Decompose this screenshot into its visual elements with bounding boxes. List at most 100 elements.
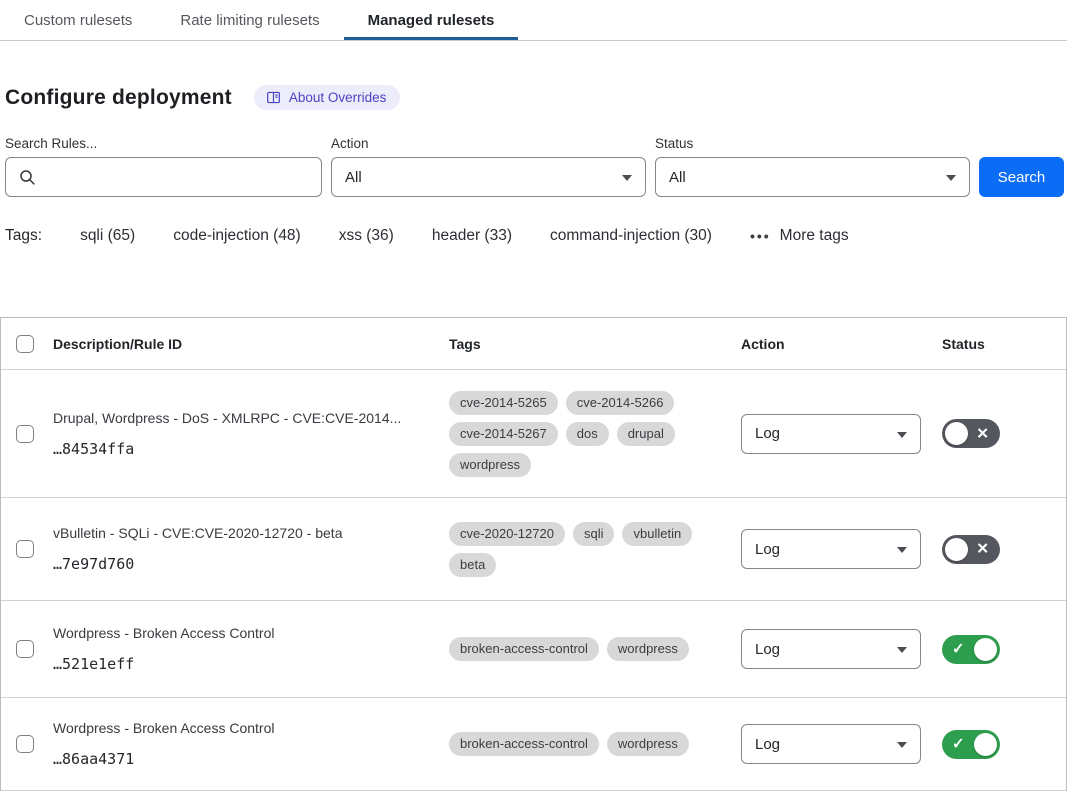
rule-action-cell: Log — [741, 414, 939, 454]
rule-tag-pill[interactable]: cve-2014-5267 — [449, 422, 558, 446]
ruleset-tabbar: Custom rulesets Rate limiting rulesets M… — [0, 0, 1067, 41]
rule-tag-pill[interactable]: cve-2014-5266 — [566, 391, 675, 415]
rule-tag-pill[interactable]: wordpress — [607, 732, 689, 756]
rule-action-value: Log — [755, 541, 780, 558]
rule-description: vBulletin - SQLi - CVE:CVE-2020-12720 - … — [53, 525, 429, 541]
rule-tag-pill[interactable]: vbulletin — [622, 522, 692, 546]
tag-filter-link[interactable]: xss (36) — [339, 227, 394, 245]
tab-custom-rulesets[interactable]: Custom rulesets — [0, 0, 156, 40]
chevron-down-icon — [897, 547, 907, 553]
toggle-knob — [945, 422, 968, 445]
rule-description: Drupal, Wordpress - DoS - XMLRPC - CVE:C… — [53, 410, 429, 426]
rule-tag-pill[interactable]: dos — [566, 422, 609, 446]
rule-description: Wordpress - Broken Access Control — [53, 720, 429, 736]
rule-action-cell: Log — [741, 724, 939, 764]
rule-tag-pill[interactable]: broken-access-control — [449, 637, 599, 661]
tag-filter-link[interactable]: command-injection (30) — [550, 227, 712, 245]
chevron-down-icon — [897, 647, 907, 653]
rule-tag-pill[interactable]: drupal — [617, 422, 675, 446]
rule-tag-pill[interactable]: sqli — [573, 522, 615, 546]
select-all-checkbox[interactable] — [16, 335, 34, 353]
rule-action-value: Log — [755, 736, 780, 753]
rule-tag-pill[interactable]: broken-access-control — [449, 732, 599, 756]
row-checkbox[interactable] — [16, 735, 34, 753]
table-header-row: Description/Rule ID Tags Action Status — [1, 318, 1066, 370]
rule-tag-pill[interactable]: cve-2020-12720 — [449, 522, 565, 546]
ellipsis-icon: ••• — [750, 228, 771, 244]
rule-tag-pill[interactable]: cve-2014-5265 — [449, 391, 558, 415]
rule-id: …7e97d760 — [53, 555, 429, 573]
search-button[interactable]: Search — [979, 157, 1064, 197]
rule-tag-pill[interactable]: wordpress — [449, 453, 531, 477]
search-icon — [19, 169, 36, 186]
column-header-status: Status — [939, 336, 1066, 352]
row-checkbox[interactable] — [16, 640, 34, 658]
rule-id: …86aa4371 — [53, 750, 429, 768]
rule-tag-pills: broken-access-control wordpress — [449, 732, 709, 756]
action-filter-value: All — [345, 169, 362, 186]
rule-tags-cell: broken-access-control wordpress — [449, 637, 741, 661]
rule-tag-pill[interactable]: beta — [449, 553, 496, 577]
chevron-down-icon — [946, 175, 956, 181]
rule-description-cell: vBulletin - SQLi - CVE:CVE-2020-12720 - … — [53, 525, 449, 573]
rule-tags-cell: cve-2014-5265 cve-2014-5266 cve-2014-5267 d… — [449, 391, 741, 477]
action-filter-label: Action — [331, 136, 646, 151]
rule-description-cell: Wordpress - Broken Access Control…521e1e… — [53, 625, 449, 673]
chevron-down-icon — [897, 742, 907, 748]
page-title: Configure deployment — [5, 86, 232, 110]
status-filter-field: Status All — [655, 136, 970, 197]
more-tags-button[interactable]: ••• More tags — [750, 227, 849, 245]
search-rules-input[interactable] — [6, 158, 321, 196]
rule-action-value: Log — [755, 425, 780, 442]
table-body: Drupal, Wordpress - DoS - XMLRPC - CVE:C… — [1, 370, 1066, 791]
rule-action-select[interactable]: Log — [741, 414, 921, 454]
search-input-wrap — [5, 157, 322, 197]
about-overrides-label: About Overrides — [289, 90, 387, 105]
tag-filter-link[interactable]: code-injection (48) — [173, 227, 301, 245]
rule-id: …84534ffa — [53, 440, 429, 458]
status-toggle[interactable]: ✕ — [942, 535, 1000, 564]
column-header-tags: Tags — [449, 336, 741, 352]
toggle-knob — [974, 638, 997, 661]
tags-bar-label: Tags: — [5, 227, 42, 245]
row-checkbox[interactable] — [16, 540, 34, 558]
check-icon: ✓ — [952, 735, 965, 753]
rule-id: …521e1eff — [53, 655, 429, 673]
status-toggle[interactable]: ✓ — [942, 635, 1000, 664]
row-checkbox-cell — [1, 640, 53, 658]
rule-description-cell: Drupal, Wordpress - DoS - XMLRPC - CVE:C… — [53, 410, 449, 458]
toggle-knob — [974, 733, 997, 756]
row-checkbox-cell — [1, 425, 53, 443]
toggle-knob — [945, 538, 968, 561]
tag-filter-link[interactable]: sqli (65) — [80, 227, 135, 245]
rule-action-select[interactable]: Log — [741, 529, 921, 569]
search-rules-label: Search Rules... — [5, 136, 322, 151]
rule-status-cell: ✕ — [939, 535, 1066, 564]
table-row: Wordpress - Broken Access Control …86aa43… — [1, 698, 1066, 791]
status-toggle[interactable]: ✓ — [942, 730, 1000, 759]
rule-tags-cell: cve-2020-12720 sqli vbulletin beta — [449, 522, 741, 577]
tab-rate-limiting-rulesets[interactable]: Rate limiting rulesets — [156, 0, 343, 40]
status-toggle[interactable]: ✕ — [942, 419, 1000, 448]
table-row: Drupal, Wordpress - DoS - XMLRPC - CVE:C… — [1, 370, 1066, 498]
rule-tags-cell: broken-access-control wordpress — [449, 732, 741, 756]
rule-action-select[interactable]: Log — [741, 724, 921, 764]
row-checkbox[interactable] — [16, 425, 34, 443]
book-icon — [266, 90, 281, 105]
rule-action-select[interactable]: Log — [741, 629, 921, 669]
tab-managed-rulesets[interactable]: Managed rulesets — [344, 0, 519, 40]
more-tags-label: More tags — [780, 227, 849, 245]
column-header-action: Action — [741, 336, 939, 352]
rule-tag-pills: cve-2020-12720 sqli vbulletin beta — [449, 522, 709, 577]
rule-status-cell: ✓ — [939, 730, 1066, 759]
about-overrides-badge[interactable]: About Overrides — [254, 85, 401, 110]
row-checkbox-cell — [1, 735, 53, 753]
action-filter-select[interactable]: All — [331, 157, 646, 197]
rule-tag-pill[interactable]: wordpress — [607, 637, 689, 661]
table-row: vBulletin - SQLi - CVE:CVE-2020-12720 - … — [1, 498, 1066, 601]
rule-description-cell: Wordpress - Broken Access Control …86aa43… — [53, 720, 449, 768]
rule-tag-pills: cve-2014-5265 cve-2014-5266 cve-2014-5267 d… — [449, 391, 709, 477]
tag-filter-link[interactable]: header (33) — [432, 227, 512, 245]
status-filter-select[interactable]: All — [655, 157, 970, 197]
rule-action-cell: Log — [741, 529, 939, 569]
